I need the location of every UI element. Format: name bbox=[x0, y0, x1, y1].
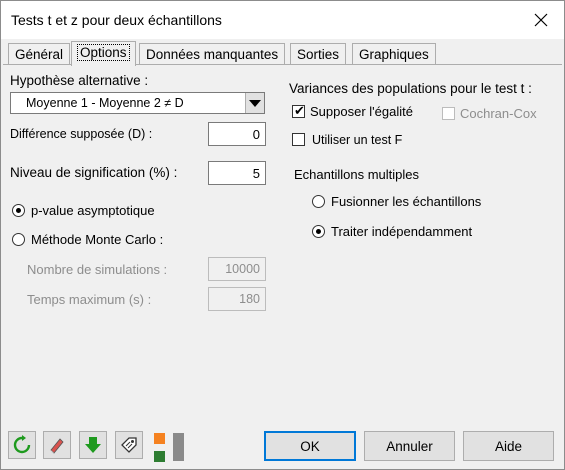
tab-strip: Général Options Données manquantes Sorti… bbox=[1, 39, 564, 66]
max-time-label: Temps maximum (s) : bbox=[27, 292, 152, 307]
max-time-input[interactable]: 180 bbox=[208, 287, 266, 311]
swatch-scroll-bar[interactable] bbox=[173, 433, 184, 461]
f-test-checkbox[interactable] bbox=[292, 133, 305, 146]
window-title: Tests t et z pour deux échantillons bbox=[11, 12, 222, 28]
tab-outputs[interactable]: Sorties bbox=[290, 43, 347, 65]
ok-button[interactable]: OK bbox=[264, 431, 356, 461]
help-button[interactable]: Aide bbox=[463, 431, 554, 461]
variances-label: Variances des populations pour le test t… bbox=[289, 81, 532, 96]
chevron-down-icon[interactable] bbox=[245, 93, 264, 113]
green-swatch bbox=[154, 451, 165, 462]
reset-icon bbox=[13, 435, 31, 454]
alt-hypothesis-select[interactable]: Moyenne 1 - Moyenne 2 ≠ D bbox=[10, 92, 265, 114]
cancel-button[interactable]: Annuler bbox=[364, 431, 455, 461]
title-bar: Tests t et z pour deux échantillons bbox=[1, 1, 564, 39]
cochran-cox-checkbox[interactable] bbox=[442, 107, 455, 120]
tag-icon bbox=[121, 437, 137, 453]
tab-charts[interactable]: Graphiques bbox=[352, 43, 436, 65]
significance-input[interactable]: 5 bbox=[208, 161, 266, 185]
down-button[interactable] bbox=[79, 431, 107, 459]
eraser-icon bbox=[50, 438, 64, 454]
alt-hypothesis-value: Moyenne 1 - Moyenne 2 ≠ D bbox=[26, 96, 184, 110]
merge-samples-label: Fusionner les échantillons bbox=[331, 194, 482, 209]
cochran-cox-label: Cochran-Cox bbox=[460, 106, 537, 121]
close-icon bbox=[534, 13, 548, 27]
pvalue-asymptotic-label: p-value asymptotique bbox=[31, 203, 155, 218]
download-arrow-icon bbox=[85, 437, 101, 453]
merge-samples-radio[interactable] bbox=[312, 195, 325, 208]
tab-general[interactable]: Général bbox=[8, 43, 71, 65]
independent-samples-radio[interactable] bbox=[312, 225, 325, 238]
footer-separator bbox=[1, 424, 564, 425]
difference-input[interactable]: 0 bbox=[208, 122, 266, 146]
equal-variance-label: Supposer l'égalité bbox=[310, 104, 413, 119]
simulations-input[interactable]: 10000 bbox=[208, 257, 266, 281]
simulations-label: Nombre de simulations : bbox=[27, 262, 168, 277]
tab-options[interactable]: Options bbox=[71, 41, 136, 66]
clear-button[interactable] bbox=[43, 431, 71, 459]
significance-label: Niveau de signification (%) : bbox=[10, 165, 178, 180]
dialog-window: Tests t et z pour deux échantillons Géné… bbox=[0, 0, 565, 470]
multi-samples-label: Echantillons multiples bbox=[294, 167, 420, 182]
reset-button[interactable] bbox=[8, 431, 36, 459]
pvalue-asymptotic-radio[interactable] bbox=[12, 204, 25, 217]
orange-swatch bbox=[154, 433, 165, 444]
tab-missing-data[interactable]: Données manquantes bbox=[139, 43, 286, 65]
label-button[interactable] bbox=[115, 431, 143, 459]
equal-variance-checkbox[interactable]: ✔ bbox=[292, 103, 305, 118]
close-button[interactable] bbox=[518, 1, 564, 39]
f-test-label: Utiliser un test F bbox=[312, 133, 403, 147]
independent-samples-label: Traiter indépendamment bbox=[331, 224, 473, 239]
monte-carlo-radio[interactable] bbox=[12, 233, 25, 246]
checkmark-icon: ✔ bbox=[294, 103, 305, 118]
difference-label: Différence supposée (D) : bbox=[10, 127, 153, 141]
alt-hypothesis-label: Hypothèse alternative : bbox=[10, 73, 149, 88]
monte-carlo-label: Méthode Monte Carlo : bbox=[31, 232, 164, 247]
